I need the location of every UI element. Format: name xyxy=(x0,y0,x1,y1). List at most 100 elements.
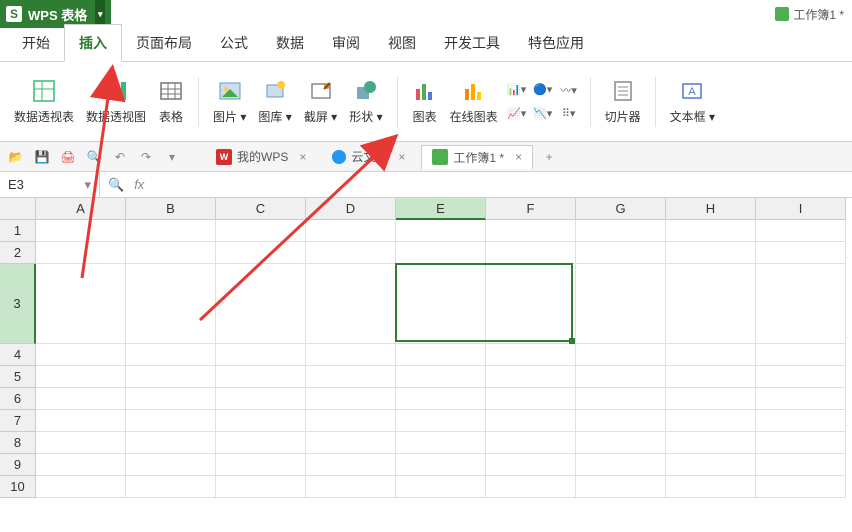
tab-special[interactable]: 特色应用 xyxy=(514,25,598,61)
cell[interactable] xyxy=(126,242,216,264)
row-header[interactable]: 10 xyxy=(0,476,36,498)
cell[interactable] xyxy=(306,242,396,264)
cell[interactable] xyxy=(756,454,846,476)
pivot-table-button[interactable]: 数据透视表 xyxy=(10,67,78,137)
cell[interactable] xyxy=(36,410,126,432)
mini-chart-5[interactable]: 〰▾ xyxy=(558,81,580,99)
search-fx-icon[interactable]: 🔍 xyxy=(108,177,124,193)
close-icon[interactable]: × xyxy=(515,150,522,164)
cell[interactable] xyxy=(306,366,396,388)
pivot-chart-button[interactable]: 数据透视图 xyxy=(82,67,150,137)
cell[interactable] xyxy=(126,388,216,410)
name-box[interactable]: E3 ▾ xyxy=(0,172,100,197)
cell[interactable] xyxy=(216,344,306,366)
tab-developer[interactable]: 开发工具 xyxy=(430,25,514,61)
cell[interactable] xyxy=(216,454,306,476)
cell[interactable] xyxy=(666,344,756,366)
cell[interactable] xyxy=(486,410,576,432)
gallery-button[interactable]: 图库 ▾ xyxy=(254,67,295,137)
mini-chart-6[interactable]: ⠿▾ xyxy=(558,105,580,123)
doc-tab-cloud[interactable]: 云文档 × xyxy=(322,145,415,169)
cell[interactable] xyxy=(576,388,666,410)
cell[interactable] xyxy=(396,410,486,432)
cell[interactable] xyxy=(396,242,486,264)
column-header[interactable]: C xyxy=(216,198,306,220)
spreadsheet[interactable]: ABCDEFGHI 12345678910 xyxy=(0,198,852,498)
row-header[interactable]: 6 xyxy=(0,388,36,410)
cell[interactable] xyxy=(756,366,846,388)
chevron-down-icon[interactable]: ▾ xyxy=(84,177,91,193)
cell[interactable] xyxy=(126,344,216,366)
column-header[interactable]: D xyxy=(306,198,396,220)
cell[interactable] xyxy=(486,366,576,388)
picture-button[interactable]: 图片 ▾ xyxy=(209,67,250,137)
cell[interactable] xyxy=(396,388,486,410)
cell[interactable] xyxy=(306,476,396,498)
cell[interactable] xyxy=(756,432,846,454)
cell[interactable] xyxy=(216,410,306,432)
cell[interactable] xyxy=(486,344,576,366)
cell[interactable] xyxy=(756,264,846,344)
row-header[interactable]: 7 xyxy=(0,410,36,432)
column-header[interactable]: H xyxy=(666,198,756,220)
cell[interactable] xyxy=(306,410,396,432)
print-icon[interactable]: 🖨 xyxy=(58,147,78,167)
column-header[interactable]: E xyxy=(396,198,486,220)
cell[interactable] xyxy=(396,264,486,344)
cell[interactable] xyxy=(486,264,576,344)
column-header[interactable]: B xyxy=(126,198,216,220)
row-header[interactable]: 1 xyxy=(0,220,36,242)
cell[interactable] xyxy=(306,454,396,476)
column-header[interactable]: F xyxy=(486,198,576,220)
doc-tab-wps-home[interactable]: W 我的WPS × xyxy=(206,145,316,169)
cell[interactable] xyxy=(126,366,216,388)
cell[interactable] xyxy=(756,344,846,366)
cell[interactable] xyxy=(756,476,846,498)
cell[interactable] xyxy=(396,454,486,476)
mini-chart-1[interactable]: 📊▾ xyxy=(506,81,528,99)
cell[interactable] xyxy=(36,242,126,264)
undo-icon[interactable]: ↶ xyxy=(110,147,130,167)
tab-formula[interactable]: 公式 xyxy=(206,25,262,61)
cell[interactable] xyxy=(396,220,486,242)
row-header[interactable]: 4 xyxy=(0,344,36,366)
cell[interactable] xyxy=(576,410,666,432)
cell[interactable] xyxy=(126,454,216,476)
row-header[interactable]: 3 xyxy=(0,264,36,344)
cell[interactable] xyxy=(396,366,486,388)
cell[interactable] xyxy=(126,264,216,344)
cell[interactable] xyxy=(666,388,756,410)
cell[interactable] xyxy=(486,432,576,454)
cell[interactable] xyxy=(666,476,756,498)
cell[interactable] xyxy=(216,220,306,242)
cell[interactable] xyxy=(216,476,306,498)
doc-tab-workbook[interactable]: 工作簿1 * × xyxy=(421,145,533,169)
select-all-corner[interactable] xyxy=(0,198,36,220)
fx-label[interactable]: fx xyxy=(134,177,144,192)
tab-data[interactable]: 数据 xyxy=(262,25,318,61)
shape-button[interactable]: 形状 ▾ xyxy=(345,67,386,137)
cell[interactable] xyxy=(576,432,666,454)
cell[interactable] xyxy=(486,454,576,476)
cell[interactable] xyxy=(756,388,846,410)
close-icon[interactable]: × xyxy=(299,150,306,164)
cell[interactable] xyxy=(306,344,396,366)
cell[interactable] xyxy=(36,432,126,454)
slicer-button[interactable]: 切片器 xyxy=(601,67,645,137)
column-header[interactable]: I xyxy=(756,198,846,220)
row-header[interactable]: 9 xyxy=(0,454,36,476)
cell[interactable] xyxy=(216,242,306,264)
cell[interactable] xyxy=(36,454,126,476)
cell[interactable] xyxy=(126,432,216,454)
cell[interactable] xyxy=(36,344,126,366)
cell[interactable] xyxy=(666,366,756,388)
table-button[interactable]: 表格 xyxy=(154,67,188,137)
column-header[interactable]: G xyxy=(576,198,666,220)
open-icon[interactable]: 📂 xyxy=(6,147,26,167)
cell[interactable] xyxy=(576,366,666,388)
cell[interactable] xyxy=(486,242,576,264)
cell[interactable] xyxy=(666,220,756,242)
row-header[interactable]: 8 xyxy=(0,432,36,454)
save-icon[interactable]: 💾 xyxy=(32,147,52,167)
cell[interactable] xyxy=(396,432,486,454)
